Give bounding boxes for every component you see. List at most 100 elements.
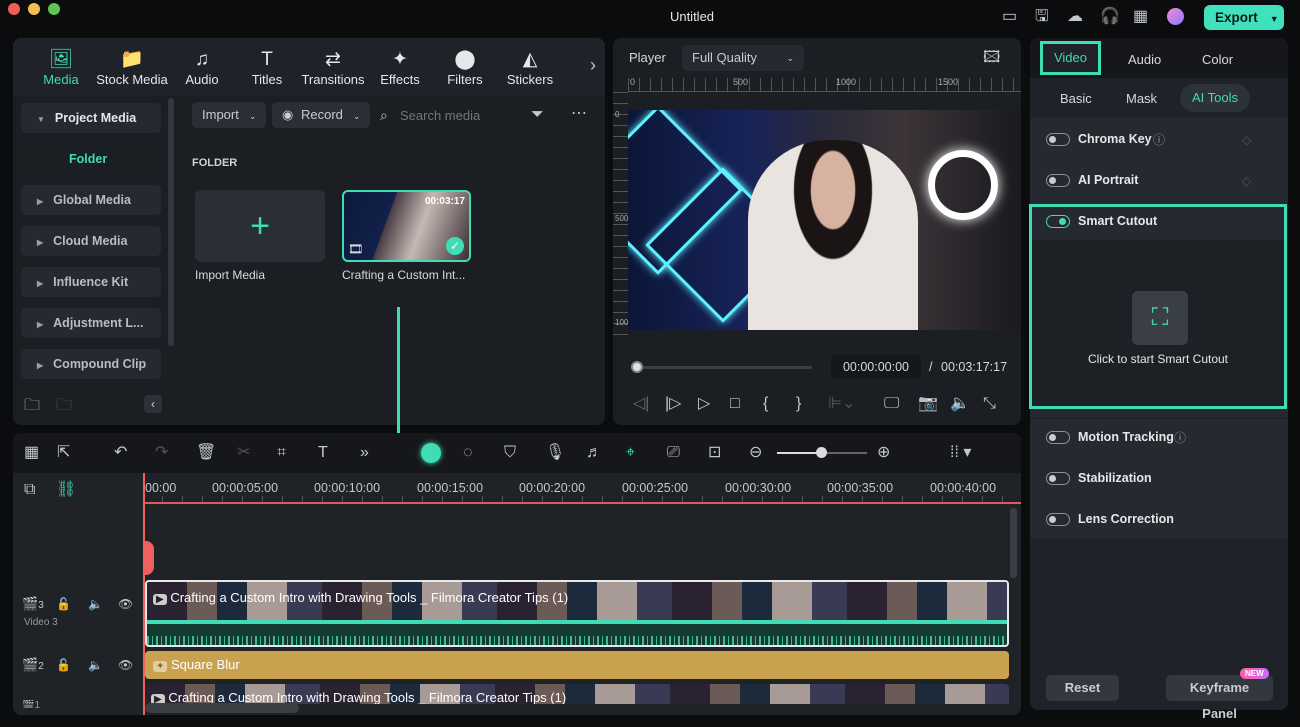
playback-slider[interactable]: [632, 366, 812, 369]
import-media-button[interactable]: +: [195, 190, 325, 262]
tab-audio-props[interactable]: Audio: [1128, 52, 1161, 67]
import-dropdown[interactable]: Import ⌄: [192, 102, 267, 128]
subtab-ai-tools[interactable]: AI Tools: [1180, 84, 1250, 112]
layout-icon[interactable]: ▭: [1002, 7, 1017, 27]
sidebar-item-cloud-media[interactable]: ▶ Cloud Media: [21, 226, 161, 256]
lock-icon[interactable]: 🔓: [56, 594, 71, 614]
record-dropdown[interactable]: ◉ Record ⌄: [272, 102, 371, 128]
previous-frame-icon[interactable]: ◁|: [633, 394, 649, 414]
next-frame-icon[interactable]: |▷: [665, 394, 681, 414]
stop-icon[interactable]: □: [730, 394, 740, 414]
tab-media[interactable]: 🖼 Media: [26, 48, 96, 87]
chroma-key-toggle[interactable]: [1046, 133, 1070, 146]
redo-icon[interactable]: ↷: [155, 443, 168, 463]
video-clip[interactable]: ▶ Crafting a Custom Intro with Drawing T…: [145, 580, 1009, 647]
zoom-slider-handle[interactable]: [816, 447, 827, 458]
image-icon[interactable]: 🖾: [983, 48, 1000, 68]
cloud-upload-icon[interactable]: ☁: [1067, 7, 1083, 27]
volume-icon[interactable]: 🔈: [950, 394, 970, 414]
sidebar-item-influence-kit[interactable]: ▶ Influence Kit: [21, 267, 161, 297]
fit-icon[interactable]: ⊡: [708, 443, 721, 463]
tab-transitions[interactable]: ⇄ Transitions: [298, 48, 368, 87]
fullscreen-icon[interactable]: ⤡: [983, 394, 996, 414]
cut-icon[interactable]: ✂: [237, 443, 250, 463]
mark-in-icon[interactable]: {: [763, 394, 768, 414]
sidebar-item-project-media[interactable]: ▼ Project Media: [21, 103, 161, 133]
keyframe-diamond-icon[interactable]: ◇: [1242, 171, 1251, 191]
tab-stock-media[interactable]: 📁 Stock Media: [96, 48, 168, 87]
search-input[interactable]: [400, 104, 520, 126]
crop-icon[interactable]: ⌗: [277, 443, 286, 463]
help-icon[interactable]: ⓘ: [1153, 130, 1165, 150]
mute-icon[interactable]: 🔈: [88, 655, 103, 675]
save-icon[interactable]: 🖫: [1035, 7, 1049, 27]
more-tools-icon[interactable]: »: [360, 443, 369, 463]
tab-stickers[interactable]: ◭ Stickers: [495, 48, 565, 87]
zoom-out-icon[interactable]: ⊖: [749, 443, 762, 463]
sidebar-item-folder[interactable]: Folder: [69, 152, 107, 166]
motion-tracking-toggle[interactable]: [1046, 431, 1070, 444]
timeline-horizontal-scrollbar[interactable]: [145, 703, 299, 713]
new-folder-icon[interactable]: 🗀: [24, 396, 40, 416]
auto-beat-icon[interactable]: ◌: [463, 443, 473, 463]
collapse-sidebar-button[interactable]: ‹: [144, 395, 162, 413]
undo-icon[interactable]: ↶: [114, 443, 127, 463]
add-track-icon[interactable]: ⧉: [24, 480, 35, 500]
video-preview[interactable]: [628, 110, 1021, 330]
tab-titles[interactable]: T Titles: [232, 48, 302, 87]
lock-icon[interactable]: 🔓: [56, 655, 71, 675]
export-button[interactable]: Export ▼: [1204, 5, 1284, 30]
render-preview-icon[interactable]: ⎚: [667, 443, 680, 463]
layout-grid-icon[interactable]: ▦: [24, 443, 39, 463]
link-icon[interactable]: ⛓: [56, 480, 76, 500]
help-icon[interactable]: ⓘ: [1174, 428, 1186, 448]
eye-icon[interactable]: 👁: [118, 655, 133, 675]
camera-icon[interactable]: 📷: [918, 394, 938, 414]
headset-icon[interactable]: 🎧: [1100, 7, 1120, 27]
playhead-handle[interactable]: [143, 541, 154, 575]
quality-dropdown[interactable]: Full Quality ⌄: [682, 45, 804, 71]
avatar[interactable]: [1167, 8, 1184, 25]
marker-icon[interactable]: ⛉: [504, 443, 516, 463]
folder-icon[interactable]: 🗀: [56, 396, 72, 416]
sidebar-scrollbar[interactable]: [168, 98, 174, 346]
mute-icon[interactable]: 🔈: [88, 594, 103, 614]
insert-icon[interactable]: ⊫⌄: [828, 394, 855, 414]
tab-color[interactable]: Color: [1202, 52, 1233, 67]
play-icon[interactable]: ▷: [698, 394, 710, 414]
microphone-icon[interactable]: 🎙: [545, 443, 565, 463]
effect-clip[interactable]: ✦ Square Blur: [145, 651, 1009, 679]
timeline-vertical-scrollbar[interactable]: [1010, 508, 1017, 578]
sidebar-item-adjustment-layer[interactable]: ▶ Adjustment L...: [21, 308, 161, 338]
filter-icon[interactable]: ⏷: [531, 105, 544, 125]
mark-out-icon[interactable]: }: [796, 394, 801, 414]
text-icon[interactable]: T: [318, 443, 328, 463]
ai-portrait-toggle[interactable]: [1046, 174, 1070, 187]
lens-correction-toggle[interactable]: [1046, 513, 1070, 526]
playback-slider-handle[interactable]: [631, 361, 643, 373]
audio-list-icon[interactable]: ♬: [586, 443, 602, 463]
apps-icon[interactable]: ▦: [1133, 7, 1148, 27]
sidebar-item-global-media[interactable]: ▶ Global Media: [21, 185, 161, 215]
eye-icon[interactable]: 👁: [118, 594, 133, 614]
video-clip[interactable]: ▶ Crafting a Custom Intro with Drawing T…: [145, 684, 1009, 704]
chevron-right-icon[interactable]: ›: [590, 55, 596, 75]
select-tool-icon[interactable]: ⇱: [57, 443, 70, 463]
smart-cutout-prompt[interactable]: Click to start Smart Cutout: [1032, 352, 1284, 366]
smart-cutout-button[interactable]: ⛶: [1132, 291, 1188, 345]
stabilization-toggle[interactable]: [1046, 472, 1070, 485]
tab-video[interactable]: Video: [1040, 41, 1101, 75]
tab-audio[interactable]: ♫ Audio: [167, 48, 237, 87]
media-thumbnail[interactable]: 00:03:17 🎞 ✓: [342, 190, 471, 262]
reset-button[interactable]: Reset: [1046, 675, 1119, 701]
display-icon[interactable]: 🖵: [884, 394, 899, 414]
more-icon[interactable]: ⋯: [571, 104, 587, 124]
keyframe-diamond-icon[interactable]: ◇: [1242, 130, 1251, 150]
ai-assistant-icon[interactable]: [421, 443, 441, 463]
tab-filters[interactable]: ⬤ Filters: [430, 48, 500, 87]
zoom-in-icon[interactable]: ⊕: [877, 443, 890, 463]
sidebar-item-compound-clip[interactable]: ▶ Compound Clip: [21, 349, 161, 379]
subtab-mask[interactable]: Mask: [1126, 91, 1157, 106]
track-layout-icon[interactable]: ⁞⁞ ▾: [950, 443, 971, 463]
tab-effects[interactable]: ✦ Effects: [365, 48, 435, 87]
